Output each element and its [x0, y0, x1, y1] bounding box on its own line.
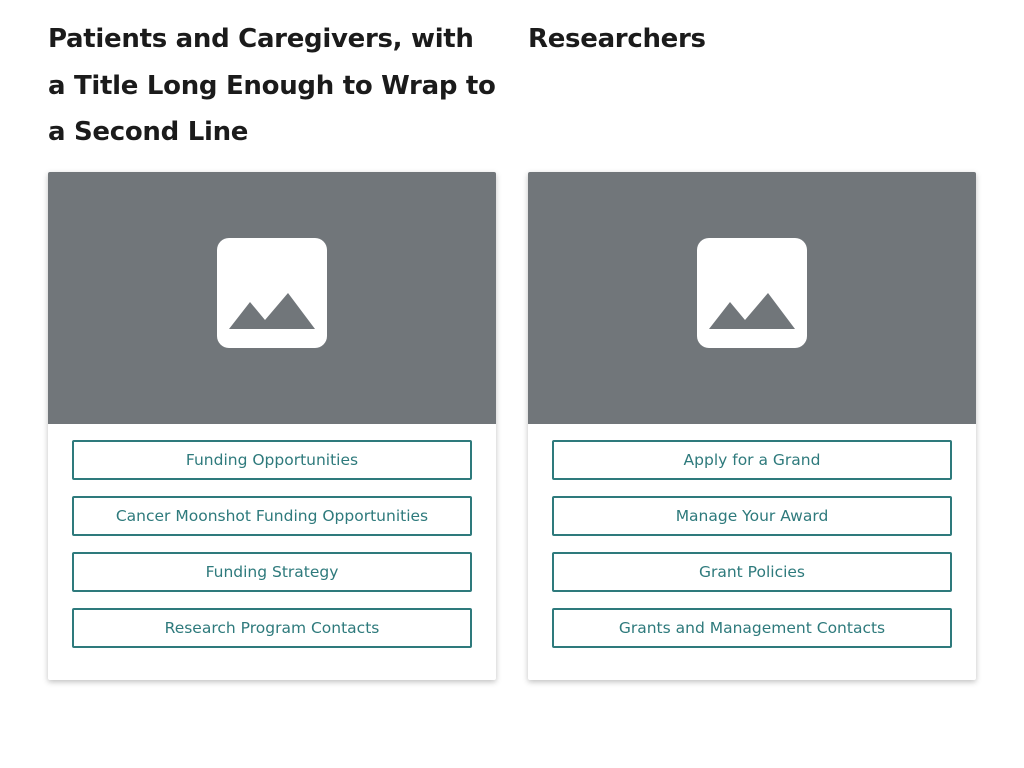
link-button-apply-for-grant[interactable]: Apply for a Grand: [552, 440, 952, 480]
column-patients-caregivers: Patients and Caregivers, with a Title Lo…: [48, 16, 496, 680]
card-image: [528, 172, 976, 424]
card-link-list: Apply for a Grand Manage Your Award Gran…: [528, 424, 976, 648]
section-heading: Patients and Caregivers, with a Title Lo…: [48, 24, 496, 147]
link-button-funding-strategy[interactable]: Funding Strategy: [72, 552, 472, 592]
column-researchers: Researchers Apply for a Grand Manage You…: [528, 16, 976, 680]
card: Apply for a Grand Manage Your Award Gran…: [528, 172, 976, 680]
link-button-manage-award[interactable]: Manage Your Award: [552, 496, 952, 536]
card: Funding Opportunities Cancer Moonshot Fu…: [48, 172, 496, 680]
image-placeholder-icon: [217, 238, 327, 348]
link-button-funding-opportunities[interactable]: Funding Opportunities: [72, 440, 472, 480]
section-heading: Researchers: [528, 24, 706, 54]
link-button-grant-policies[interactable]: Grant Policies: [552, 552, 952, 592]
card-link-list: Funding Opportunities Cancer Moonshot Fu…: [48, 424, 496, 648]
link-button-research-program-contacts[interactable]: Research Program Contacts: [72, 608, 472, 648]
image-placeholder-icon: [697, 238, 807, 348]
card-image: [48, 172, 496, 424]
link-button-cancer-moonshot[interactable]: Cancer Moonshot Funding Opportunities: [72, 496, 472, 536]
link-button-grants-management-contacts[interactable]: Grants and Management Contacts: [552, 608, 952, 648]
